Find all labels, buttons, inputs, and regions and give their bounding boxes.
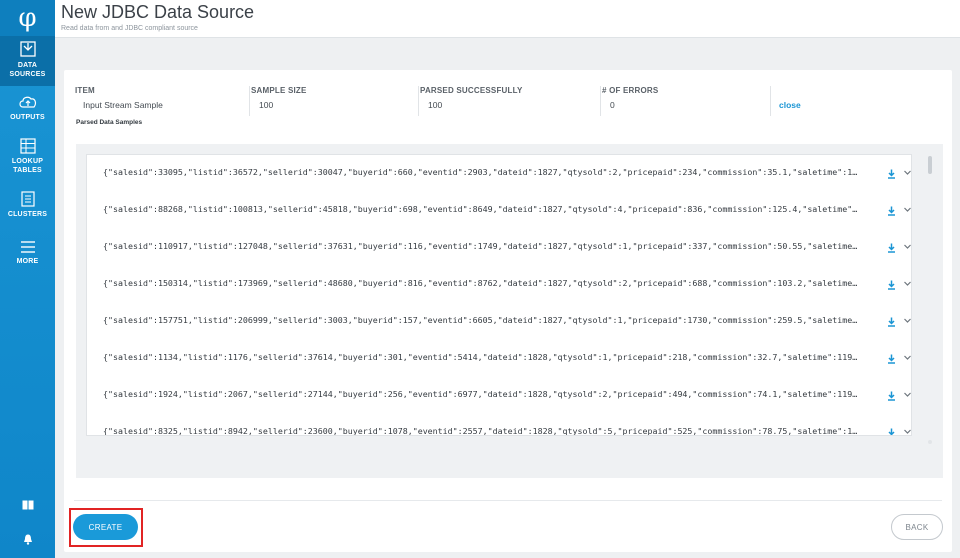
chevron-down-icon[interactable]	[903, 168, 912, 177]
book-icon	[22, 500, 33, 510]
page-header: New JDBC Data Source Read data from and …	[55, 0, 960, 38]
column-header-sample-size: SAMPLE SIZE	[251, 86, 307, 95]
errors-value: 0	[610, 100, 615, 110]
download-icon[interactable]	[887, 243, 896, 253]
footer-divider	[74, 500, 942, 501]
column-divider	[249, 86, 250, 116]
back-button[interactable]: BACK	[891, 514, 943, 540]
table-icon	[19, 138, 36, 154]
sample-row[interactable]: {"salesid":88268,"listid":100813,"seller…	[87, 192, 912, 230]
download-icon[interactable]	[887, 354, 896, 364]
docs-button[interactable]	[0, 500, 55, 510]
page-subtitle: Read data from and JDBC compliant source	[61, 25, 198, 32]
sidebar-item-label: DATA	[17, 62, 38, 69]
samples-panel: {"salesid":33095,"listid":36572,"selleri…	[76, 144, 943, 478]
download-icon[interactable]	[887, 206, 896, 216]
sample-json: {"salesid":157751,"listid":206999,"selle…	[103, 315, 858, 325]
sidebar-item-label: MORE	[16, 258, 39, 265]
sample-row[interactable]: {"salesid":110917,"listid":127048,"selle…	[87, 229, 912, 267]
menu-icon	[20, 241, 35, 253]
download-icon[interactable]	[887, 391, 896, 401]
chevron-down-icon[interactable]	[903, 279, 912, 288]
sample-row[interactable]: {"salesid":8325,"listid":8942,"sellerid"…	[87, 414, 912, 436]
data-sources-icon	[19, 41, 36, 57]
sample-json: {"salesid":150314,"listid":173969,"selle…	[103, 278, 858, 288]
cloud-upload-icon	[18, 96, 36, 108]
scrollbar-end	[928, 440, 932, 444]
sample-row[interactable]: {"salesid":1924,"listid":2067,"sellerid"…	[87, 377, 912, 415]
sample-row[interactable]: {"salesid":150314,"listid":173969,"selle…	[87, 266, 912, 304]
sample-json: {"salesid":33095,"listid":36572,"selleri…	[103, 167, 858, 177]
column-divider	[418, 86, 419, 116]
chevron-down-icon[interactable]	[903, 242, 912, 251]
column-divider	[770, 86, 771, 116]
download-icon[interactable]	[887, 280, 896, 290]
sample-size-value: 100	[259, 100, 274, 110]
chevron-down-icon[interactable]	[903, 205, 912, 214]
sidebar-item-clusters[interactable]: CLUSTERS	[0, 191, 55, 223]
sample-row[interactable]: {"salesid":157751,"listid":206999,"selle…	[87, 303, 912, 341]
page-title: New JDBC Data Source	[61, 2, 255, 22]
app-logo[interactable]: φ	[0, 0, 55, 36]
chevron-down-icon[interactable]	[903, 316, 912, 325]
parse-results-card: ITEM SAMPLE SIZE PARSED SUCCESSFULLY # O…	[64, 70, 952, 552]
column-divider	[600, 86, 601, 116]
column-header-item: ITEM	[75, 86, 95, 95]
sidebar-item-lookup-tables[interactable]: LOOKUP TABLES	[0, 138, 55, 180]
download-icon[interactable]	[887, 428, 896, 436]
download-icon[interactable]	[887, 169, 896, 179]
download-icon[interactable]	[887, 317, 896, 327]
samples-scrollbar[interactable]	[926, 154, 934, 444]
sample-json: {"salesid":88268,"listid":100813,"seller…	[103, 204, 858, 214]
clusters-icon	[20, 191, 35, 207]
sidebar-item-label: LOOKUP	[11, 158, 44, 165]
sidebar: φ DATA SOURCES OUTPUTS LOOKUP TABLES CLUST…	[0, 0, 55, 558]
scrollbar-thumb[interactable]	[928, 156, 932, 174]
column-header-errors: # OF ERRORS	[602, 86, 659, 95]
bell-icon	[23, 534, 32, 545]
samples-list[interactable]: {"salesid":33095,"listid":36572,"selleri…	[86, 154, 912, 436]
sidebar-item-data-sources[interactable]: DATA SOURCES	[0, 36, 55, 86]
sample-row[interactable]: {"salesid":33095,"listid":36572,"selleri…	[87, 155, 912, 193]
sample-row[interactable]: {"salesid":1134,"listid":1176,"sellerid"…	[87, 340, 912, 378]
notifications-button[interactable]	[0, 534, 55, 545]
sidebar-item-label: OUTPUTS	[10, 114, 45, 121]
item-value: Input Stream Sample	[83, 100, 163, 110]
create-button[interactable]: CREATE	[73, 514, 138, 540]
sidebar-item-more[interactable]: MORE	[0, 240, 55, 272]
sample-json: {"salesid":1924,"listid":2067,"sellerid"…	[103, 389, 858, 399]
chevron-down-icon[interactable]	[903, 353, 912, 362]
sample-json: {"salesid":110917,"listid":127048,"selle…	[103, 241, 858, 251]
logo-glyph: φ	[18, 3, 37, 33]
chevron-down-icon[interactable]	[903, 427, 912, 436]
column-header-parsed: PARSED SUCCESSFULLY	[420, 86, 523, 95]
sample-json: {"salesid":8325,"listid":8942,"sellerid"…	[103, 426, 858, 436]
close-link[interactable]: close	[779, 100, 801, 110]
sidebar-item-label: CLUSTERS	[7, 211, 48, 218]
sample-json: {"salesid":1134,"listid":1176,"sellerid"…	[103, 352, 858, 362]
chevron-down-icon[interactable]	[903, 390, 912, 399]
sidebar-item-outputs[interactable]: OUTPUTS	[0, 94, 55, 128]
parsed-samples-title: Parsed Data Samples	[76, 119, 143, 126]
parsed-value: 100	[428, 100, 443, 110]
sidebar-item-label: TABLES	[13, 167, 42, 174]
sidebar-item-label: SOURCES	[9, 71, 46, 78]
